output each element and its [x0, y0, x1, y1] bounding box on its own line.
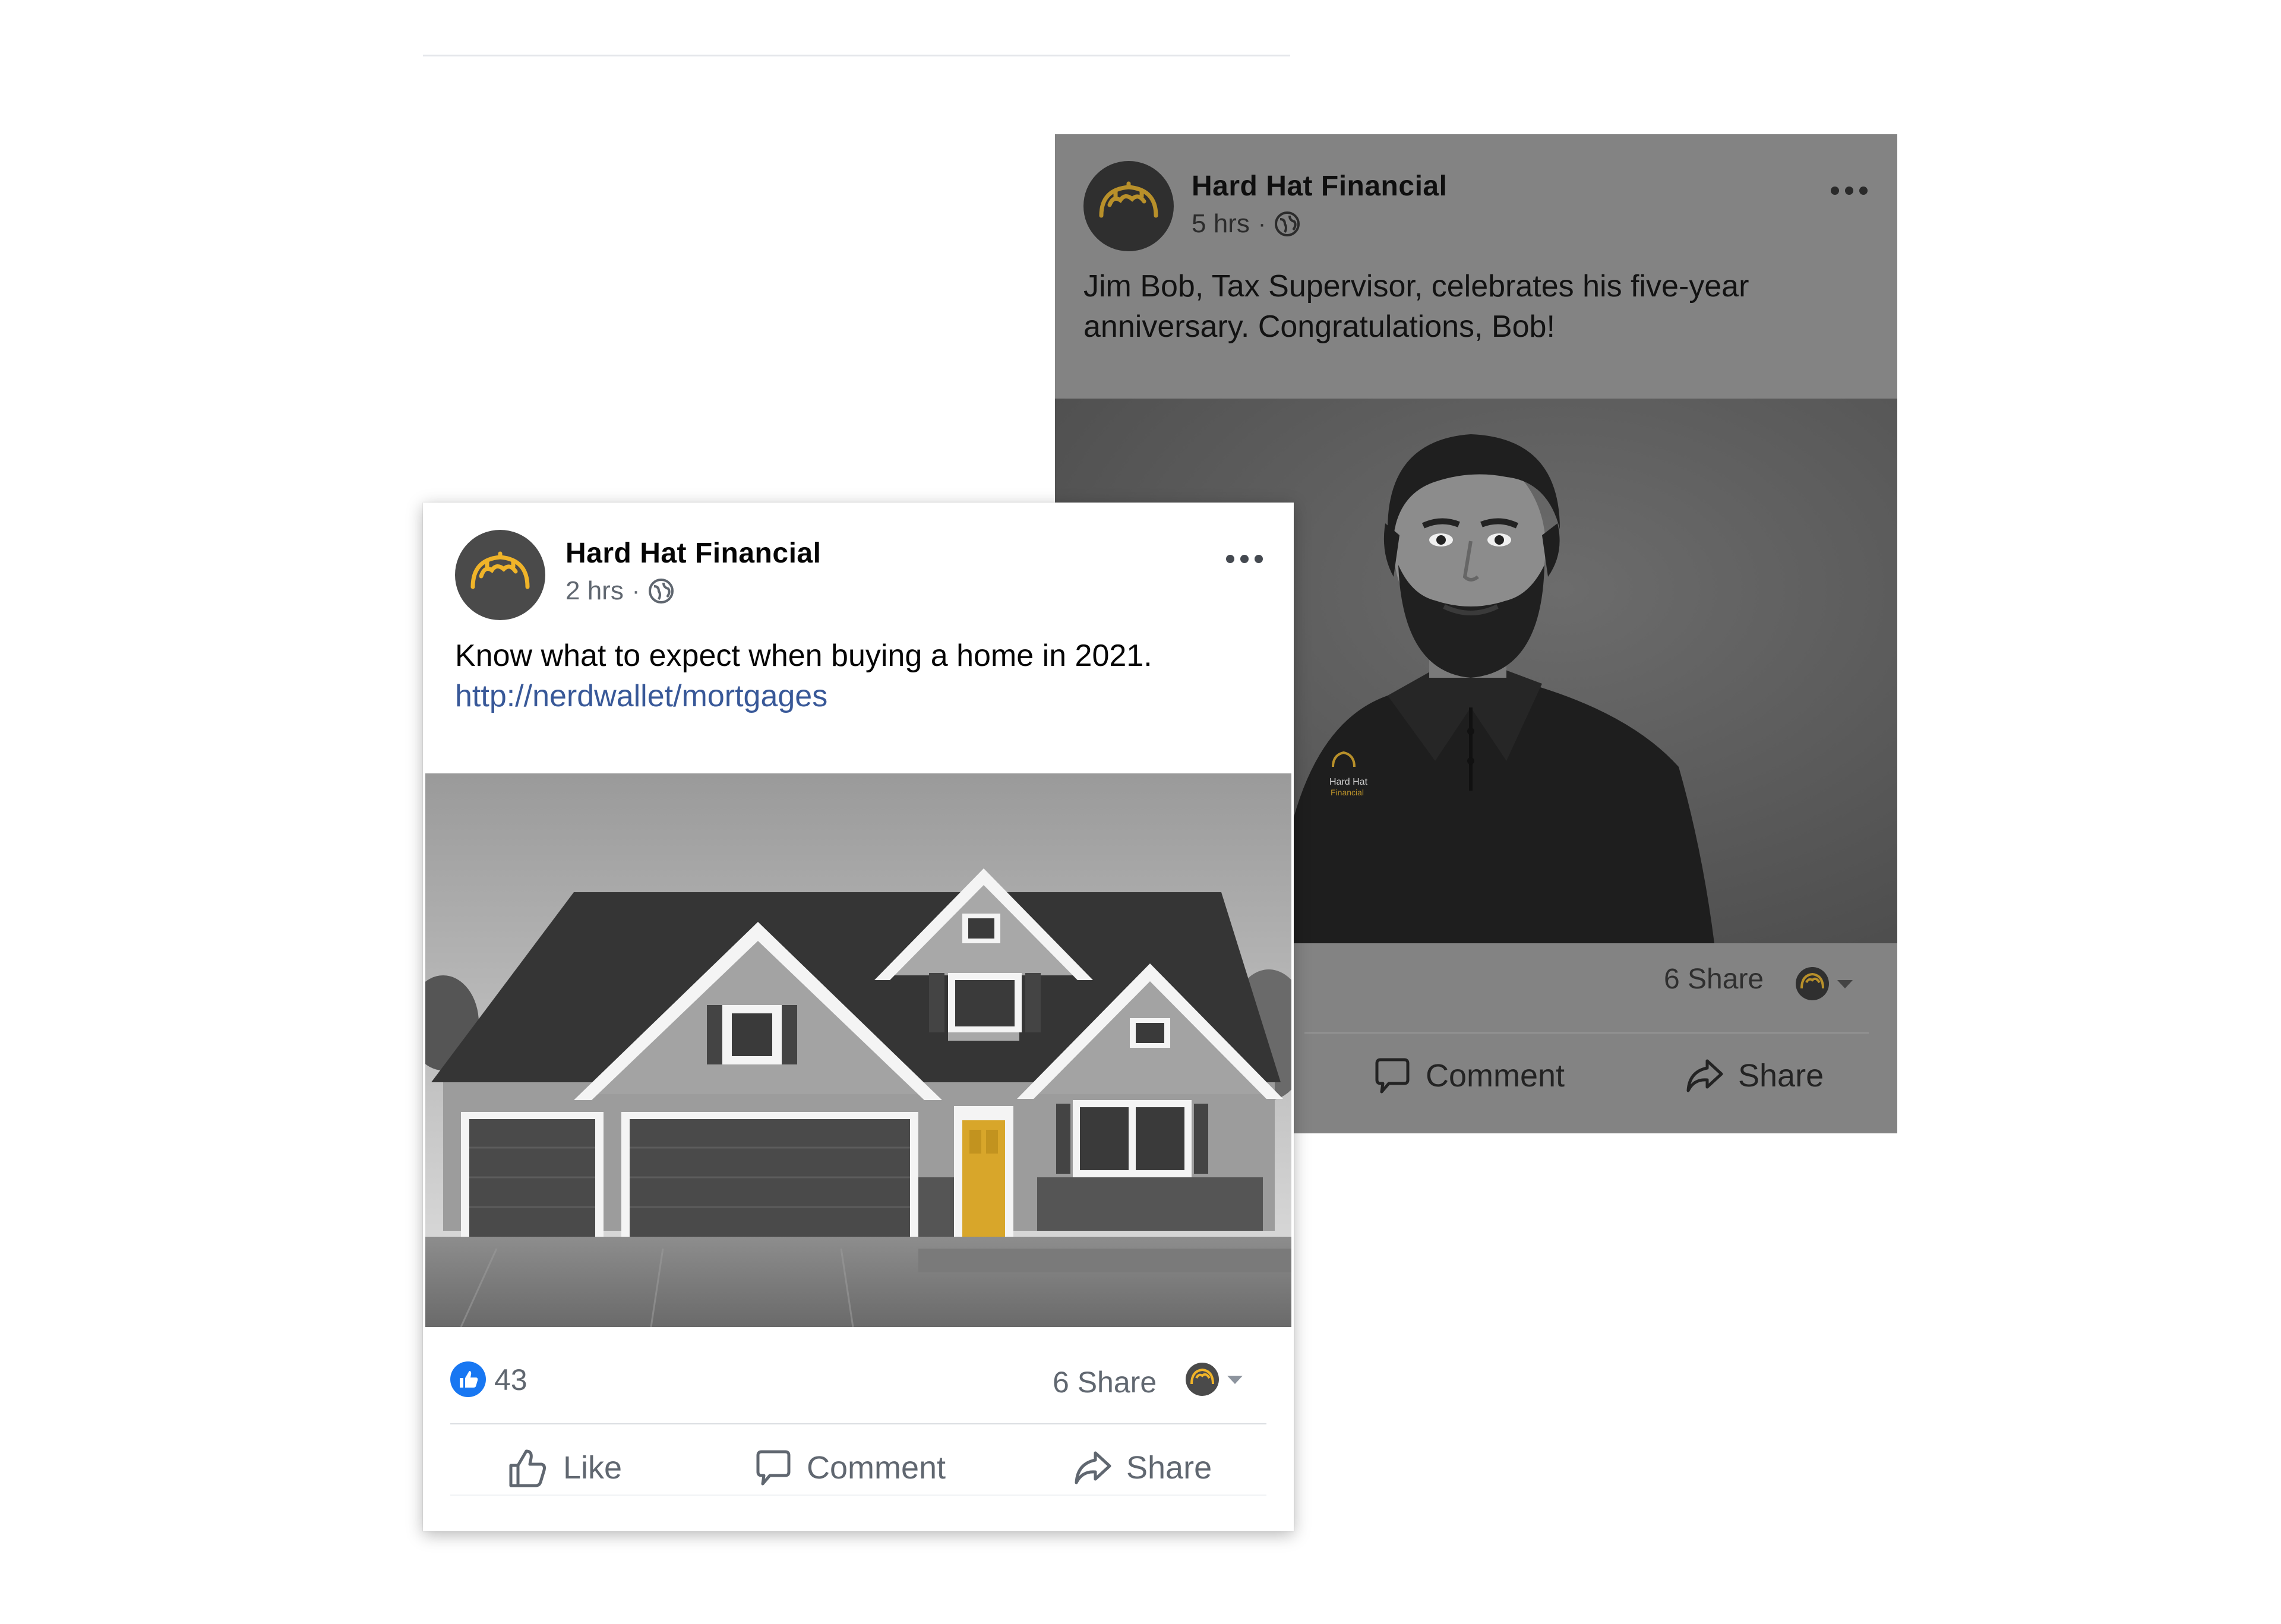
shirt-logo-line1: Hard Hat — [1329, 777, 1368, 787]
meta-separator: · — [631, 577, 640, 604]
chevron-down-icon — [1227, 1376, 1243, 1384]
post-text: Know what to expect when buying a home i… — [455, 636, 1263, 716]
reaction-audience-selector[interactable] — [1184, 1360, 1250, 1401]
like-button[interactable]: Like — [505, 1441, 622, 1495]
actions-divider — [1304, 1032, 1869, 1034]
like-label: Like — [563, 1450, 623, 1486]
share-count[interactable]: 6 Share — [1664, 963, 1764, 996]
meta-separator: · — [1258, 210, 1266, 237]
post-meta: 5 hrs · — [1192, 209, 1300, 239]
page-avatar[interactable] — [1083, 161, 1174, 251]
top-divider-line — [423, 55, 1290, 56]
share-icon — [1686, 1059, 1723, 1092]
shirt-logo-line2: Financial — [1331, 788, 1364, 797]
page-name[interactable]: Hard Hat Financial — [565, 537, 821, 570]
post-time[interactable]: 2 hrs — [565, 576, 624, 606]
comment-icon — [756, 1450, 791, 1486]
share-label: Share — [1738, 1058, 1824, 1094]
actions-divider — [450, 1423, 1266, 1424]
globe-icon — [649, 579, 674, 604]
more-options-icon[interactable] — [1831, 184, 1872, 196]
chevron-down-icon — [1837, 980, 1853, 988]
page-avatar[interactable] — [455, 530, 545, 620]
share-button[interactable]: Share — [1072, 1441, 1212, 1495]
comment-icon — [1375, 1058, 1410, 1094]
share-count[interactable]: 6 Share — [1053, 1365, 1157, 1399]
more-options-icon[interactable] — [1226, 552, 1268, 564]
share-button[interactable]: Share — [1683, 1049, 1824, 1102]
comment-label: Comment — [807, 1450, 946, 1486]
like-count[interactable]: 43 — [494, 1363, 527, 1397]
post-text: Jim Bob, Tax Supervisor, celebrates his … — [1083, 269, 1749, 344]
comment-label: Comment — [1426, 1058, 1565, 1094]
comment-button[interactable]: Comment — [752, 1441, 946, 1495]
hard-hat-logo-icon — [470, 551, 530, 589]
share-label: Share — [1126, 1450, 1212, 1486]
reaction-audience-selector[interactable] — [1795, 965, 1860, 1006]
yellow-front-door — [962, 1120, 1005, 1237]
card-bottom-divider — [450, 1495, 1266, 1496]
like-thumb-icon[interactable] — [450, 1361, 486, 1397]
post-link[interactable]: http://nerdwallet/mortgages — [455, 679, 827, 713]
house-photo[interactable] — [425, 773, 1291, 1327]
post-time[interactable]: 5 hrs — [1192, 209, 1250, 239]
share-icon — [1075, 1451, 1111, 1484]
post-meta: 2 hrs · — [565, 576, 674, 606]
globe-icon — [1275, 211, 1300, 236]
like-thumb-icon — [509, 1449, 546, 1487]
post-card-mortgage: Hard Hat Financial 2 hrs · Know what to … — [423, 503, 1294, 1531]
post-body-text: Know what to expect when buying a home i… — [455, 639, 1152, 673]
hard-hat-logo-icon — [1099, 181, 1158, 218]
page-name[interactable]: Hard Hat Financial — [1192, 170, 1447, 203]
comment-button[interactable]: Comment — [1371, 1049, 1565, 1102]
